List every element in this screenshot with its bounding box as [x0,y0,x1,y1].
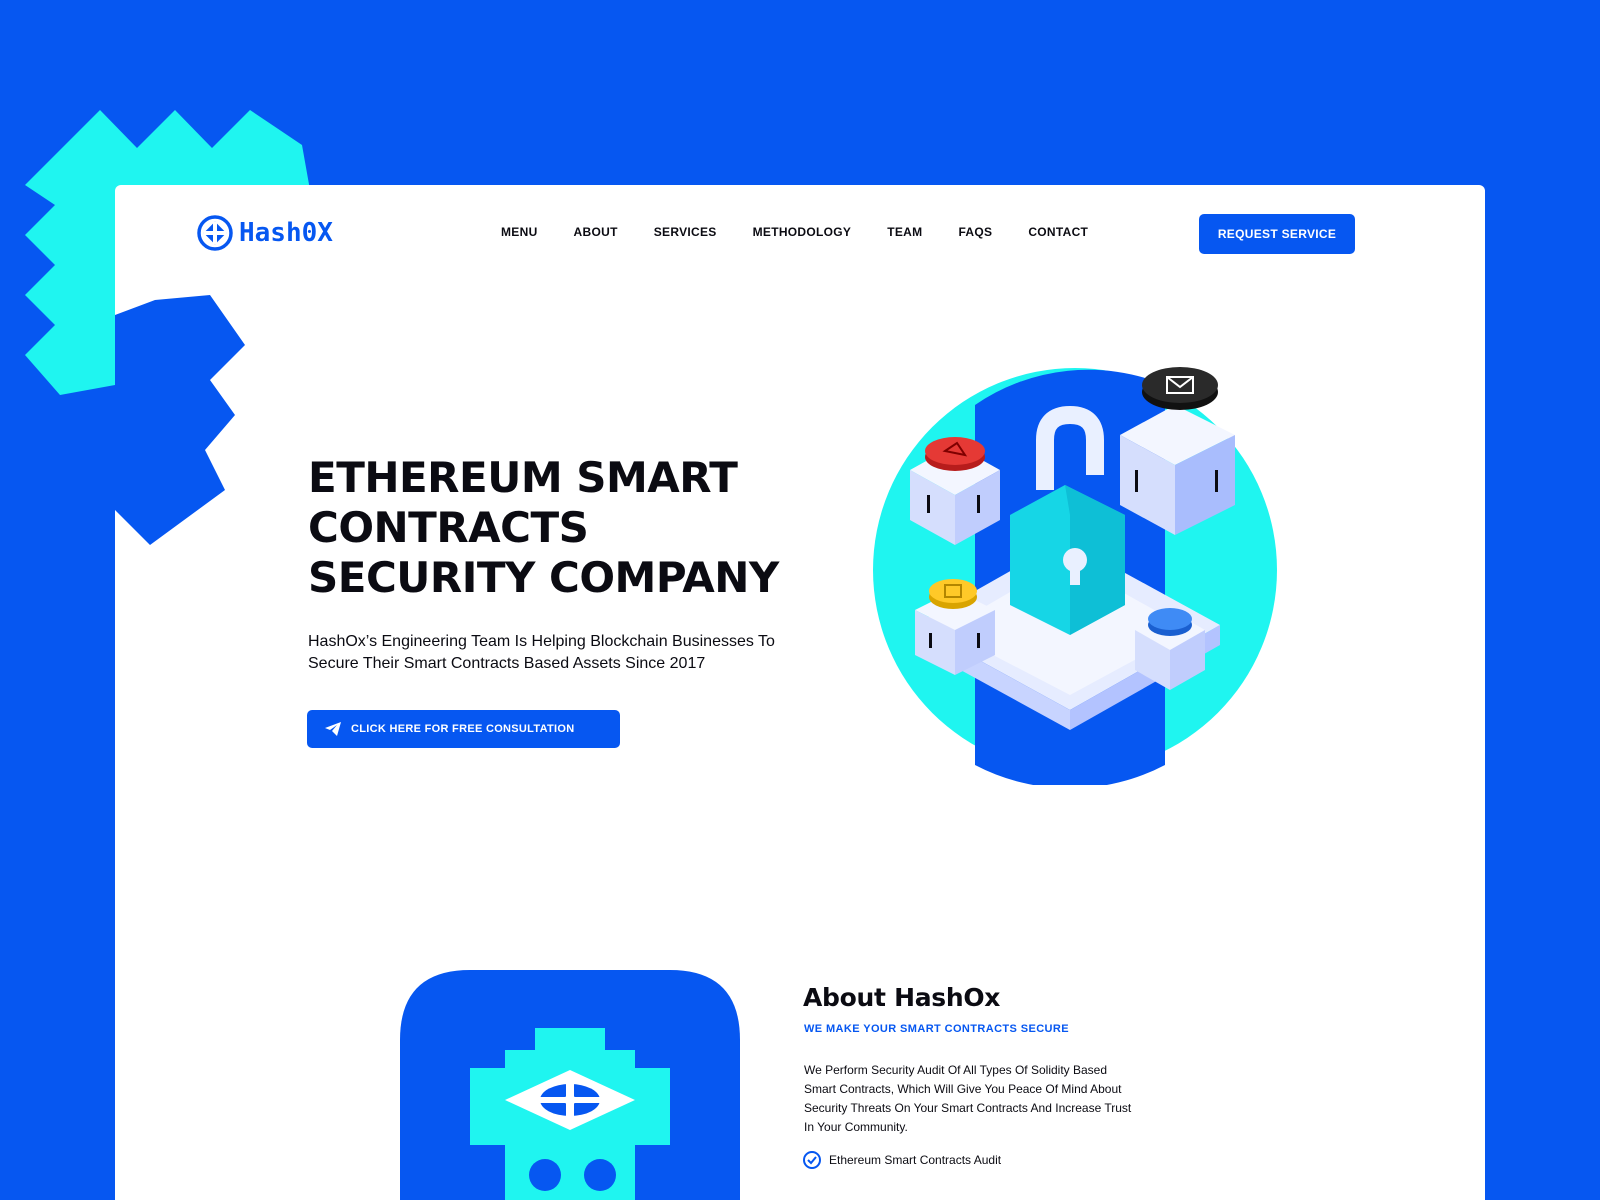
hash0x-logo-icon [197,215,233,251]
nav-item-team[interactable]: TEAM [887,225,922,239]
hero-subtitle: HashOx’s Engineering Team Is Helping Blo… [308,631,848,675]
nav-item-methodology[interactable]: METHODOLOGY [753,225,852,239]
paper-plane-icon [325,722,341,736]
nav-item-contact[interactable]: CONTACT [1028,225,1088,239]
about-text-line: We Perform Security Audit Of All Types O… [804,1063,1108,1077]
about-illustration [400,970,740,1200]
decorative-blue-shape-left [115,295,245,545]
feature-label: Ethereum Smart Contracts Audit [829,1153,1002,1167]
hero-title-line: CONTRACTS [308,503,589,552]
nav-item-menu[interactable]: MENU [501,225,538,239]
about-text-line: Security Threats On Your Smart Contracts… [804,1101,1132,1115]
nav-item-services[interactable]: SERVICES [654,225,717,239]
hero-title-line: SECURITY COMPANY [308,553,779,602]
main-nav: MENU ABOUT SERVICES METHODOLOGY TEAM FAQ… [501,225,1088,239]
hero-subtitle-line: Secure Their Smart Contracts Based Asset… [308,655,706,672]
free-consultation-button[interactable]: CLICK HERE FOR FREE CONSULTATION [307,710,620,748]
cta-label: CLICK HERE FOR FREE CONSULTATION [351,723,575,735]
about-title: About HashOx [803,983,1001,1012]
about-subtitle: WE MAKE YOUR SMART CONTRACTS SECURE [804,1023,1069,1035]
security-lock-illustration [873,367,1277,785]
nav-item-faqs[interactable]: FAQS [958,225,992,239]
landing-page-card: Hash0X MENU ABOUT SERVICES METHODOLOGY T… [115,185,1485,1200]
hero-title-line: ETHEREUM SMART [308,453,738,502]
nav-item-about[interactable]: ABOUT [574,225,618,239]
request-service-button[interactable]: REQUEST SERVICE [1199,214,1355,254]
about-description: We Perform Security Audit Of All Types O… [804,1061,1194,1137]
feature-item: Ethereum Smart Contracts Audit [803,1151,1001,1169]
check-circle-icon [803,1151,821,1169]
hero-subtitle-line: HashOx’s Engineering Team Is Helping Blo… [308,633,775,650]
brand-name: Hash0X [239,218,333,248]
brand-logo[interactable]: Hash0X [197,215,333,251]
about-text-line: Smart Contracts, Which Will Give You Pea… [804,1082,1122,1096]
hero-title: ETHEREUM SMART CONTRACTS SECURITY COMPAN… [308,453,868,603]
about-text-line: In Your Community. [804,1120,908,1134]
